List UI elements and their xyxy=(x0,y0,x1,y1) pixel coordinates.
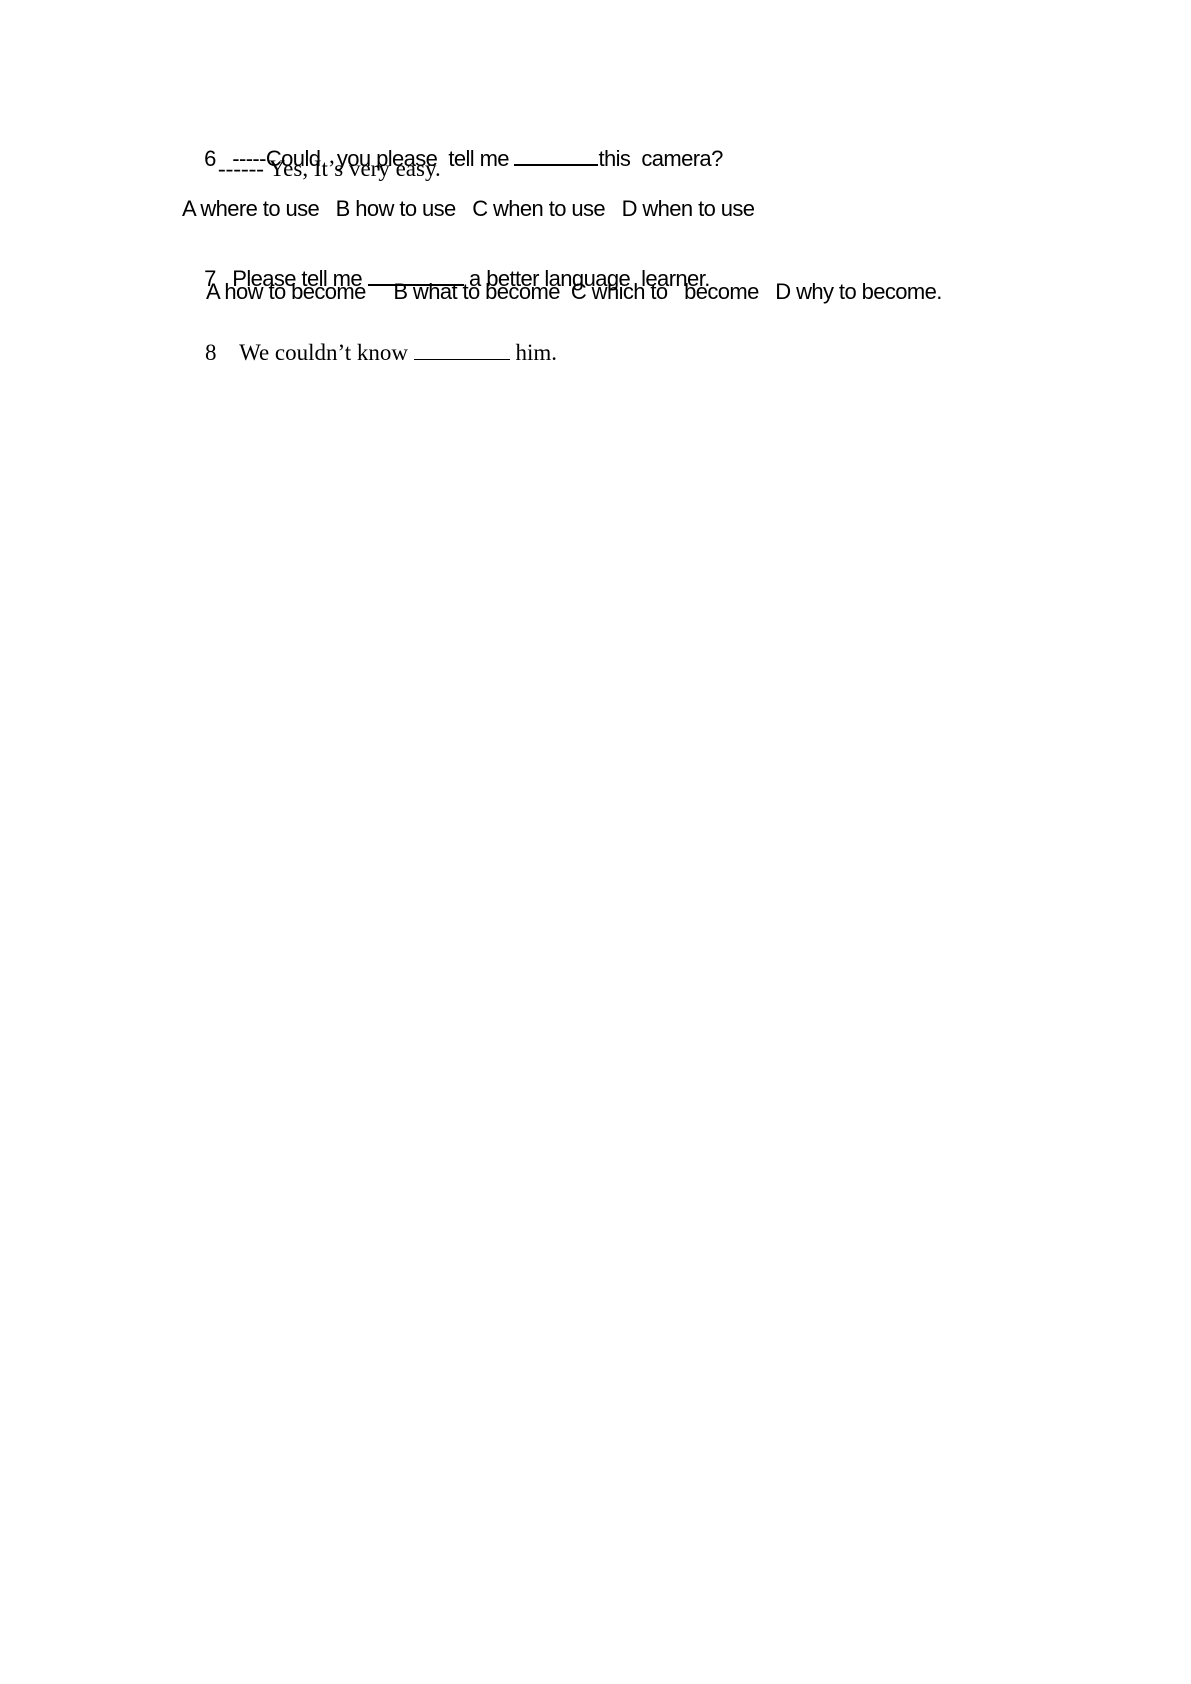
question-text-after: him. xyxy=(509,340,558,365)
answer-blank xyxy=(514,163,599,166)
question-text-after: this camera? xyxy=(598,146,723,171)
answer-blank xyxy=(413,358,510,360)
question-6-options: A where to use B how to use C when to us… xyxy=(182,196,755,221)
question-number: 6 xyxy=(204,146,216,171)
question-8-stem: 8 We couldn’t know him. xyxy=(182,314,557,392)
question-6-response: ------ Yes, It’s very easy. xyxy=(218,156,441,181)
question-7-options: A how to become B what to become C which… xyxy=(206,279,942,304)
question-text-before: We couldn’t know xyxy=(239,340,414,365)
question-number: 8 xyxy=(205,340,217,365)
